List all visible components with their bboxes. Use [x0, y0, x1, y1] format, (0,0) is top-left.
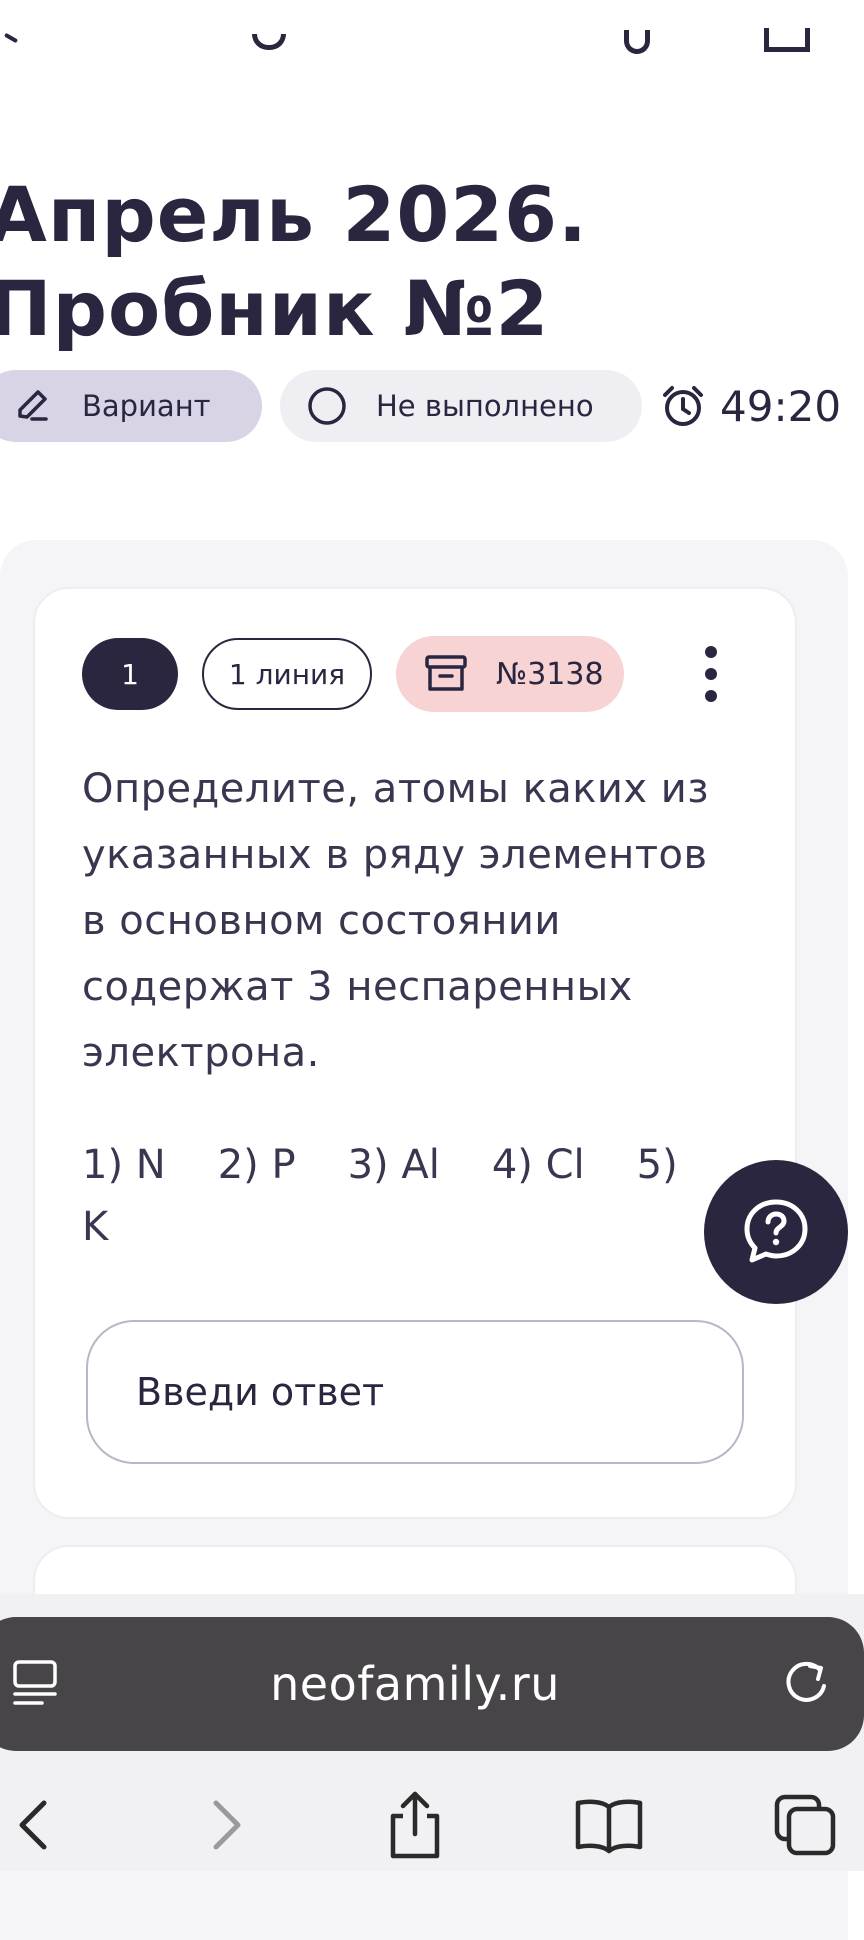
task-number-badge: 1 [82, 638, 178, 710]
bookmark-icon-partial[interactable] [764, 28, 810, 52]
task-line-badge: 1 линия [202, 638, 372, 710]
task-id: №3138 [496, 656, 604, 692]
option-3: 3) Al [347, 1142, 440, 1188]
empty-circle-icon [306, 385, 348, 427]
option-2: 2) P [217, 1142, 296, 1188]
archive-icon [424, 654, 468, 694]
url-text[interactable]: neofamily.ru [0, 1617, 830, 1751]
reload-icon[interactable] [778, 1656, 834, 1716]
answer-input[interactable] [86, 1320, 744, 1464]
task-id-badge[interactable]: №3138 [396, 636, 624, 712]
tabs-icon[interactable] [770, 1790, 840, 1860]
page-title: Апрель 2026. Пробник №2 [0, 170, 588, 353]
more-options-icon[interactable] [696, 646, 726, 702]
question-bubble-icon [740, 1196, 812, 1268]
share-icon[interactable] [380, 1790, 450, 1860]
option-4: 4) Cl [491, 1142, 585, 1188]
timer-value: 49:20 [720, 381, 842, 431]
status-badge: Не выполнено [280, 370, 642, 442]
alarm-clock-icon [660, 383, 706, 429]
user-icon-partial[interactable] [624, 30, 650, 54]
option-1: 1) N [82, 1142, 166, 1188]
question-text: Определите, атомы каких из указанных в р… [82, 766, 710, 1076]
back-icon-partial[interactable] [3, 32, 19, 44]
back-icon[interactable] [0, 1790, 70, 1860]
answer-options: 1) N 2) P 3) Al 4) Cl 5) K [82, 1134, 762, 1258]
status-label: Не выполнено [376, 389, 594, 423]
pencil-icon [10, 386, 54, 426]
menu-icon-partial[interactable] [252, 34, 286, 50]
bookmarks-icon[interactable] [574, 1790, 644, 1860]
forward-icon[interactable] [190, 1790, 260, 1860]
variant-label: Вариант [82, 389, 211, 423]
variant-badge: Вариант [0, 370, 262, 442]
help-button[interactable] [704, 1160, 848, 1304]
timer: 49:20 [660, 370, 841, 442]
